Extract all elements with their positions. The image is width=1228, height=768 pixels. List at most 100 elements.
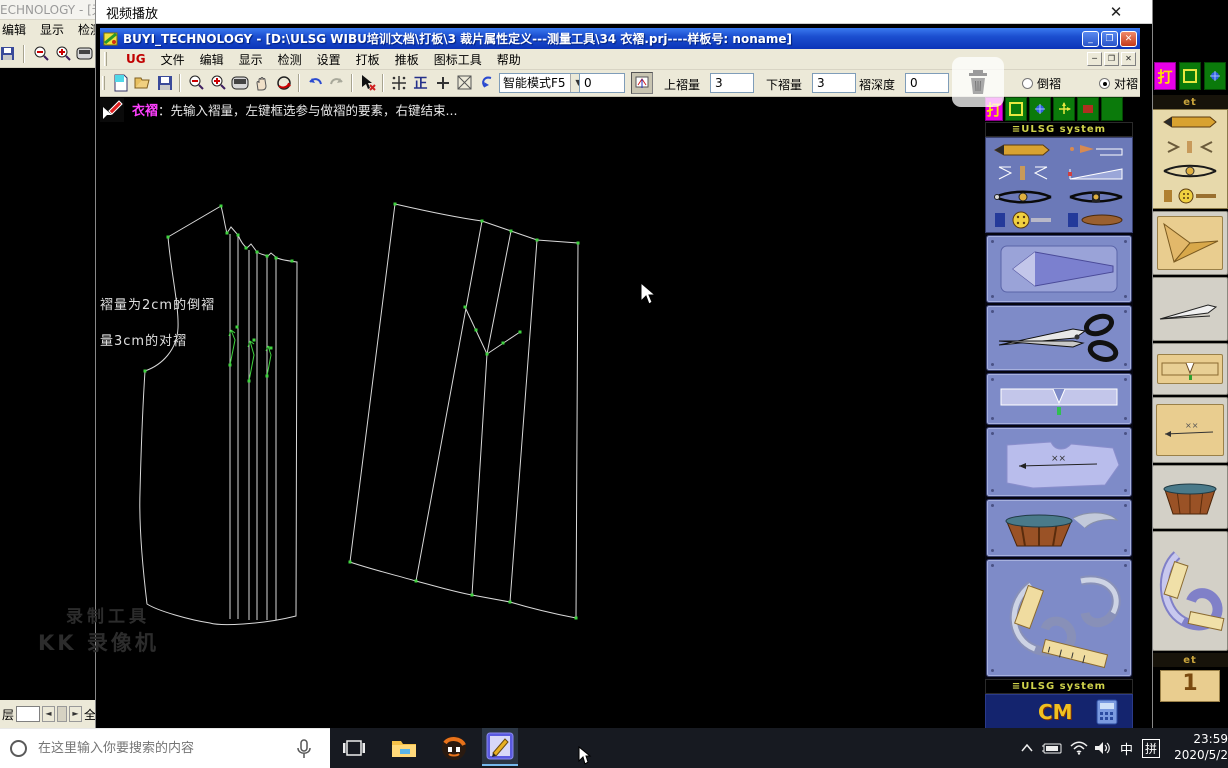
zoom-in-icon[interactable]	[54, 43, 72, 65]
pointer-delete-icon[interactable]	[357, 72, 378, 94]
taskbar-search[interactable]	[0, 728, 330, 768]
notch-button[interactable]	[986, 373, 1132, 425]
app-minimize-button[interactable]: _	[1082, 31, 1099, 47]
bg-menu-view[interactable]: 显示	[40, 20, 64, 40]
bg-menu-edit[interactable]: 编辑	[2, 20, 26, 40]
tape-tool-button-bg[interactable]	[1152, 531, 1228, 651]
pattern-piece-button[interactable]: ⨯⨯	[986, 427, 1132, 497]
dart-mark-tool-button[interactable]	[1059, 138, 1132, 162]
piece-tool-button-bg[interactable]: ⨯⨯	[1152, 397, 1228, 463]
file-explorer-icon[interactable]	[390, 734, 418, 762]
dart-cone-button[interactable]	[986, 235, 1132, 303]
mdi-minimize-button[interactable]: ─	[1087, 52, 1102, 66]
mode-select[interactable]: 智能模式F5▼	[499, 73, 587, 93]
button-tool-icon[interactable]	[1153, 184, 1227, 209]
redo-icon[interactable]	[326, 72, 347, 94]
save-icon[interactable]	[0, 43, 16, 65]
app-restore-button[interactable]: ❐	[1101, 31, 1118, 47]
notch-tool-button-bg[interactable]	[1152, 343, 1228, 395]
fit-screen-icon[interactable]	[229, 72, 250, 94]
menu-icon-tools[interactable]: 图标工具	[434, 51, 482, 68]
new-file-icon[interactable]	[110, 72, 131, 94]
dart-tool-button-bg[interactable]	[1152, 211, 1228, 275]
recorder-app-icon[interactable]	[440, 734, 468, 762]
da-mode-button-bg[interactable]: 打	[1154, 62, 1176, 90]
frame-tool-button-bg[interactable]	[1179, 62, 1201, 90]
save-icon[interactable]	[154, 72, 175, 94]
ime-mode-indicator[interactable]: 拼	[1142, 739, 1160, 758]
measuring-tape-button[interactable]	[986, 559, 1132, 677]
point-tool-button-bg[interactable]	[1204, 62, 1226, 90]
search-input[interactable]	[36, 740, 266, 757]
wifi-icon[interactable]	[1068, 734, 1090, 762]
scroll-left-button[interactable]: ◄	[42, 706, 55, 722]
compass-tool-icon[interactable]	[1153, 159, 1227, 184]
pan-hand-icon[interactable]	[251, 72, 272, 94]
speaker-icon[interactable]	[1092, 734, 1114, 762]
menu-check[interactable]: 检测	[278, 51, 302, 68]
recorder-overlay-button[interactable]	[952, 57, 1004, 107]
button-tool-button[interactable]	[986, 209, 1059, 233]
scissors-button[interactable]	[986, 305, 1132, 371]
point-tool-button[interactable]	[1029, 97, 1051, 121]
menu-edit[interactable]: 编辑	[200, 51, 224, 68]
palette-title-bottom[interactable]: ≡ULSG system	[985, 679, 1133, 694]
basket-tool-button-bg[interactable]	[1152, 465, 1228, 529]
show-all-button[interactable]: 全	[84, 706, 96, 723]
box-pleat-radio[interactable]: 对褶	[1099, 75, 1138, 92]
scroll-thumb[interactable]	[57, 706, 67, 722]
pencil-tool-button[interactable]	[986, 138, 1059, 162]
layer-field[interactable]	[16, 706, 40, 722]
calculator-icon[interactable]	[1095, 698, 1119, 726]
open-file-icon[interactable]	[132, 72, 153, 94]
pattern-app-taskbar-icon[interactable]	[482, 728, 518, 766]
zoom-select-icon[interactable]	[273, 72, 294, 94]
flag-toggle-button[interactable]	[631, 72, 653, 94]
cortana-icon[interactable]	[10, 740, 27, 757]
seam-tool-icon[interactable]	[1153, 135, 1227, 160]
menu-pattern[interactable]: 打板	[356, 51, 380, 68]
angle-ruler-tool-button[interactable]	[1059, 162, 1132, 186]
palette-title-top[interactable]: ≡ULSG system	[985, 122, 1133, 137]
taskbar-clock[interactable]: 23:59 2020/5/2	[1172, 731, 1228, 763]
battery-icon[interactable]	[1040, 734, 1064, 762]
basket-button[interactable]	[986, 499, 1132, 557]
lower-pleat-input[interactable]: 3	[812, 73, 856, 93]
toolbar-grip[interactable]	[102, 76, 105, 90]
pattern-canvas[interactable]: 褶量为2cm的倒褶 量3cm的对褶	[100, 122, 985, 730]
inverted-pleat-radio[interactable]: 倒褶	[1022, 75, 1061, 92]
fabric-roll-tool-button[interactable]	[1059, 209, 1132, 233]
menu-ug[interactable]: UG	[126, 52, 146, 66]
fit-screen-icon[interactable]	[76, 43, 94, 65]
pleat-depth-input[interactable]: 0	[905, 73, 949, 93]
scissors-tool-button-bg[interactable]	[1152, 277, 1228, 341]
shape-tool-button[interactable]	[1077, 97, 1099, 121]
zoom-out-icon[interactable]	[185, 72, 206, 94]
undo-icon[interactable]	[304, 72, 325, 94]
move-icon[interactable]	[388, 72, 409, 94]
zoom-in-icon[interactable]	[207, 72, 228, 94]
tray-chevron-up-icon[interactable]	[1018, 734, 1036, 762]
move-tool-button[interactable]	[1053, 97, 1075, 121]
plus-icon[interactable]	[432, 72, 453, 94]
video-window-titlebar[interactable]: 视频播放 ✕	[96, 0, 1152, 24]
grid-off-icon[interactable]	[454, 72, 475, 94]
mdi-restore-button[interactable]: ❐	[1104, 52, 1119, 66]
bg-menu-check[interactable]: 检测	[78, 20, 96, 40]
menubar-grip[interactable]	[104, 52, 107, 66]
seam-symbol-tool-button[interactable]	[986, 162, 1059, 186]
microphone-icon[interactable]	[296, 739, 312, 759]
pencil-tool-icon[interactable]	[1153, 110, 1227, 135]
scroll-right-button[interactable]: ►	[69, 706, 82, 722]
blank-tool-button[interactable]	[1101, 97, 1123, 121]
upper-pleat-input[interactable]: 3	[710, 73, 754, 93]
angle-input[interactable]: 0	[579, 73, 625, 93]
rotate-icon[interactable]	[476, 72, 497, 94]
task-view-icon[interactable]	[340, 734, 368, 762]
menu-view[interactable]: 显示	[239, 51, 263, 68]
frame-tool-button[interactable]	[1005, 97, 1027, 121]
menu-help[interactable]: 帮助	[497, 51, 521, 68]
menu-file[interactable]: 文件	[161, 51, 185, 68]
zoom-out-icon[interactable]	[32, 43, 50, 65]
ime-language-indicator[interactable]: 中	[1120, 739, 1133, 758]
